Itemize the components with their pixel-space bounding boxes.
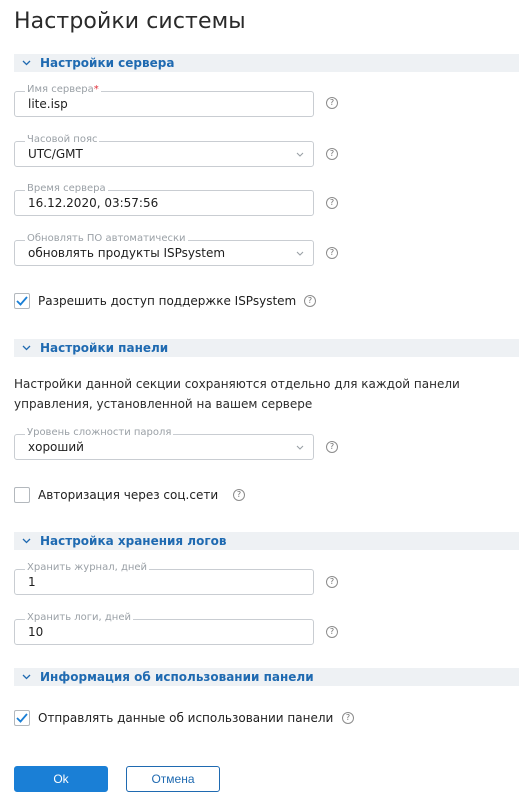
send-usage-label[interactable]: Отправлять данные об использовании панел…	[38, 711, 333, 725]
chevron-down-icon	[296, 152, 304, 157]
help-icon[interactable]: ?	[304, 295, 316, 307]
chevron-down-icon	[20, 671, 32, 683]
chevron-down-icon	[20, 342, 32, 354]
chevron-down-icon	[20, 57, 32, 69]
section-header-server[interactable]: Настройки сервера	[14, 54, 519, 72]
help-icon[interactable]: ?	[326, 197, 338, 209]
journal-days-input[interactable]: Хранить журнал, дней 1	[14, 562, 314, 595]
field-value: 1	[28, 575, 36, 589]
field-value: обновлять продукты ISPsystem	[28, 246, 226, 260]
checkmark-icon	[16, 713, 28, 723]
field-label: Хранить журнал, дней	[25, 562, 150, 574]
chevron-down-icon	[296, 445, 304, 450]
checkmark-icon	[16, 296, 28, 306]
field-label: Имя сервера*	[25, 84, 101, 96]
section-header-usage[interactable]: Информация об использовании панели	[14, 668, 519, 686]
field-label: Хранить логи, дней	[25, 612, 133, 624]
help-icon[interactable]: ?	[326, 576, 338, 588]
page-title: Настройки системы	[14, 9, 246, 34]
password-level-select[interactable]: Уровень сложности пароля хороший	[14, 427, 314, 460]
section-title: Настройка хранения логов	[40, 534, 227, 548]
field-label: Обновлять ПО автоматически	[25, 233, 188, 245]
chevron-down-icon	[296, 251, 304, 256]
help-icon[interactable]: ?	[342, 712, 354, 724]
timezone-select[interactable]: Часовой пояс UTC/GMT	[14, 134, 314, 167]
field-value: 10	[28, 625, 44, 639]
social-auth-checkbox[interactable]	[14, 487, 30, 503]
field-label: Уровень сложности пароля	[25, 427, 174, 439]
chevron-down-icon	[20, 535, 32, 547]
section-title: Настройки панели	[40, 341, 169, 355]
help-icon[interactable]: ?	[233, 489, 245, 501]
help-icon[interactable]: ?	[326, 247, 338, 259]
ok-button[interactable]: Ok	[14, 766, 108, 792]
section-title: Настройки сервера	[40, 56, 175, 70]
logs-days-input[interactable]: Хранить логи, дней 10	[14, 612, 314, 645]
send-usage-checkbox[interactable]	[14, 710, 30, 726]
support-access-label[interactable]: Разрешить доступ поддержке ISPsystem	[38, 294, 296, 308]
section-header-panel[interactable]: Настройки панели	[14, 339, 519, 357]
help-icon[interactable]: ?	[326, 97, 338, 109]
help-icon[interactable]: ?	[326, 441, 338, 453]
social-auth-label[interactable]: Авторизация через соц.сети	[38, 488, 218, 502]
field-value: UTC/GMT	[28, 147, 83, 161]
section-header-logs[interactable]: Настройка хранения логов	[14, 532, 519, 550]
cancel-button[interactable]: Отмена	[126, 766, 220, 792]
help-icon[interactable]: ?	[326, 626, 338, 638]
field-label: Часовой пояс	[25, 134, 100, 146]
server-name-input[interactable]: Имя сервера* lite.isp	[14, 84, 314, 117]
help-icon[interactable]: ?	[326, 148, 338, 160]
field-value: 16.12.2020, 03:57:56	[28, 196, 159, 210]
auto-update-select[interactable]: Обновлять ПО автоматически обновлять про…	[14, 233, 314, 266]
field-value: хороший	[28, 440, 84, 454]
field-label: Время сервера	[25, 183, 108, 195]
support-access-checkbox[interactable]	[14, 293, 30, 309]
section-note: Настройки данной секции сохраняются отде…	[14, 377, 460, 411]
server-time-input[interactable]: Время сервера 16.12.2020, 03:57:56	[14, 183, 314, 216]
section-title: Информация об использовании панели	[40, 670, 314, 684]
field-value: lite.isp	[28, 97, 68, 111]
required-mark: *	[93, 84, 99, 95]
